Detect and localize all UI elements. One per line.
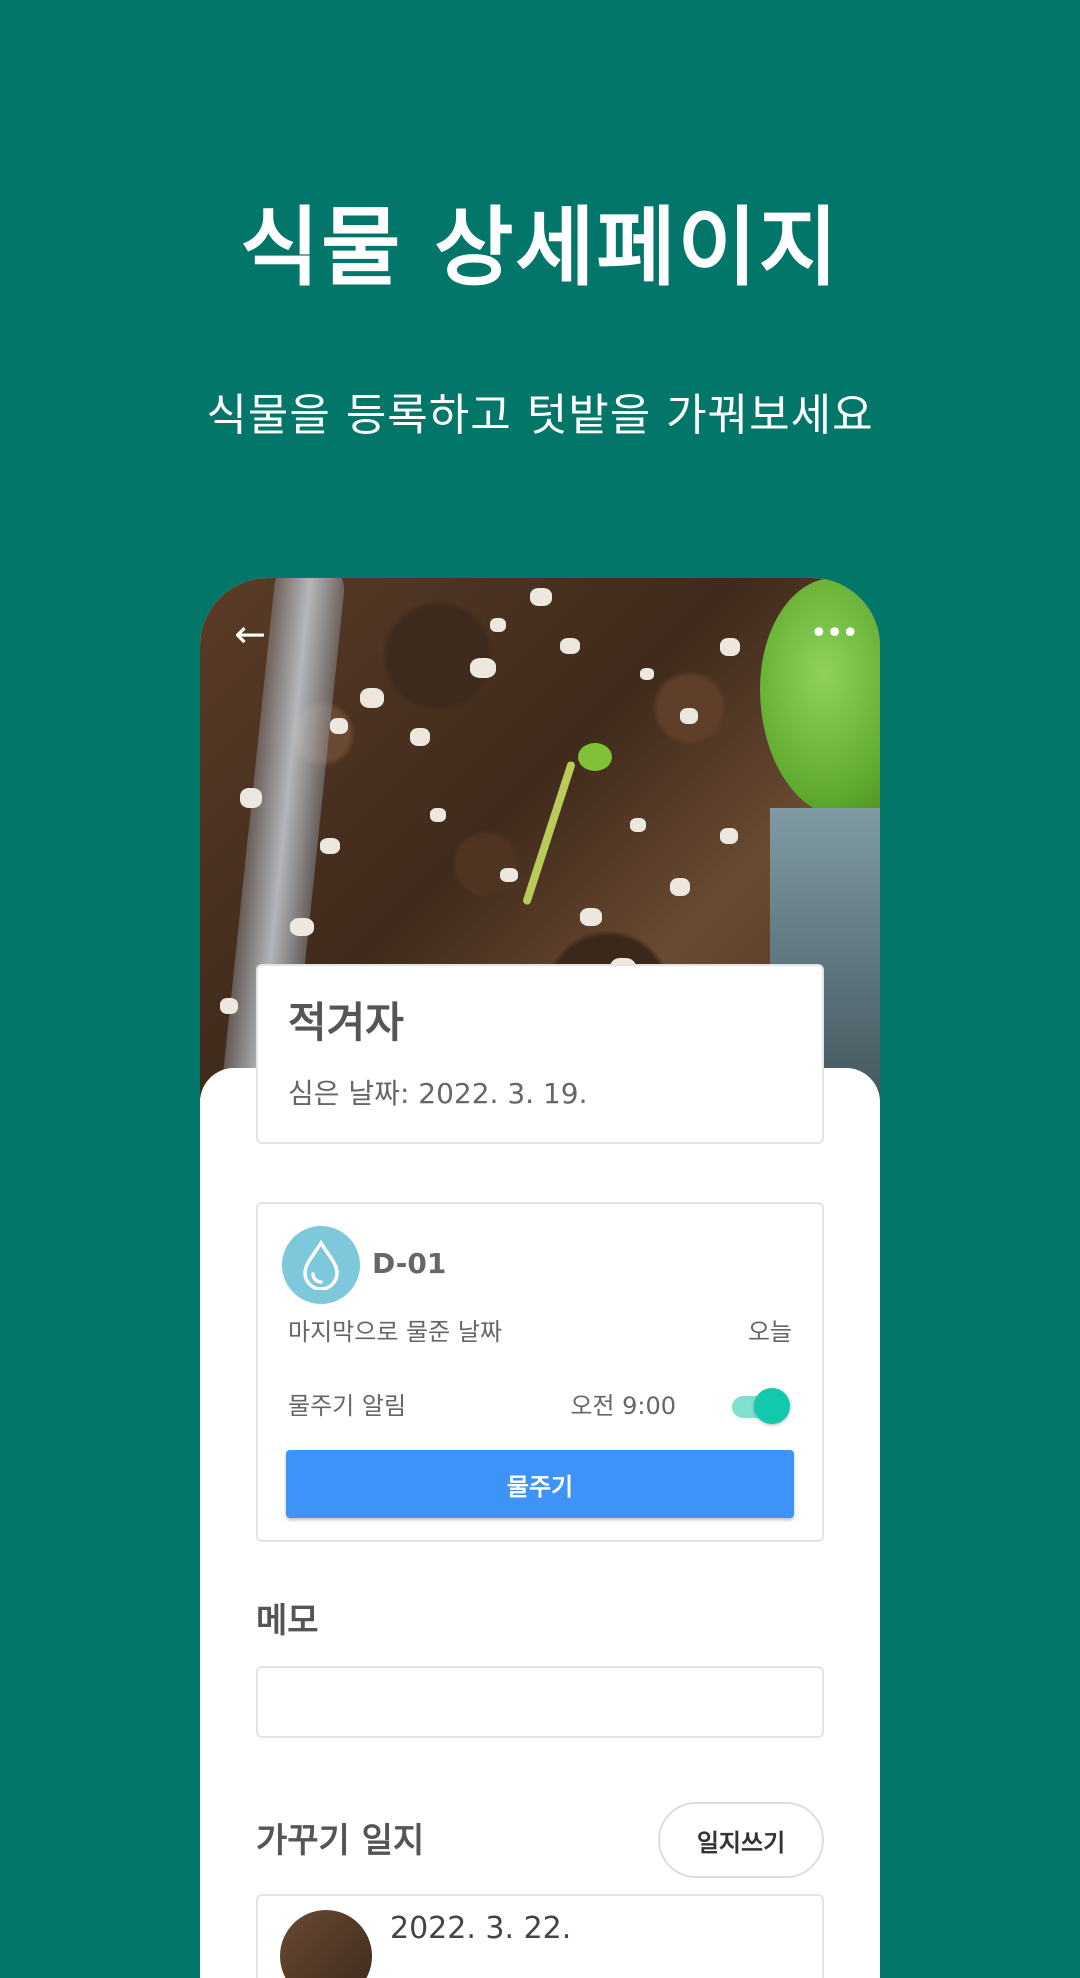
plant-info-card: 적겨자 심은 날짜: 2022. 3. 19.	[256, 964, 824, 1144]
promo-title: 식물 상세페이지	[240, 198, 840, 298]
plant-name: 적겨자	[288, 998, 404, 1047]
alarm-label: 물주기 알림	[288, 1392, 407, 1420]
watering-card: D-01 마지막으로 물준 날짜 오늘 물주기 알림 오전 9:00 물주기	[256, 1202, 824, 1542]
alarm-toggle[interactable]	[732, 1388, 790, 1424]
more-horizontal-icon[interactable]: •••	[810, 614, 859, 654]
entry-thumbnail	[280, 1910, 372, 1978]
device-id: D-01	[372, 1247, 447, 1280]
phone-screen: ← ••• 적겨자 심은 날짜: 2022. 3. 19. D-01 마지막으로…	[200, 578, 880, 1978]
water-drop-icon	[282, 1226, 360, 1304]
journal-title: 가꾸기 일지	[256, 1821, 425, 1861]
planted-date: 심은 날짜: 2022. 3. 19.	[288, 1077, 588, 1110]
promo-subtitle: 식물을 등록하고 텃밭을 가꿔보세요	[206, 390, 874, 441]
arrow-left-icon[interactable]: ←	[230, 614, 270, 654]
memo-title: 메모	[256, 1601, 319, 1641]
alarm-time[interactable]: 오전 9:00	[570, 1394, 676, 1418]
memo-input[interactable]	[256, 1666, 824, 1738]
last-watered-value: 오늘	[747, 1318, 792, 1346]
write-journal-button[interactable]: 일지쓰기	[658, 1802, 824, 1878]
journal-entry[interactable]: 2022. 3. 22.	[256, 1894, 824, 1978]
water-button[interactable]: 물주기	[286, 1450, 794, 1518]
entry-date: 2022. 3. 22.	[390, 1911, 572, 1946]
last-watered-label: 마지막으로 물준 날짜	[288, 1318, 502, 1346]
